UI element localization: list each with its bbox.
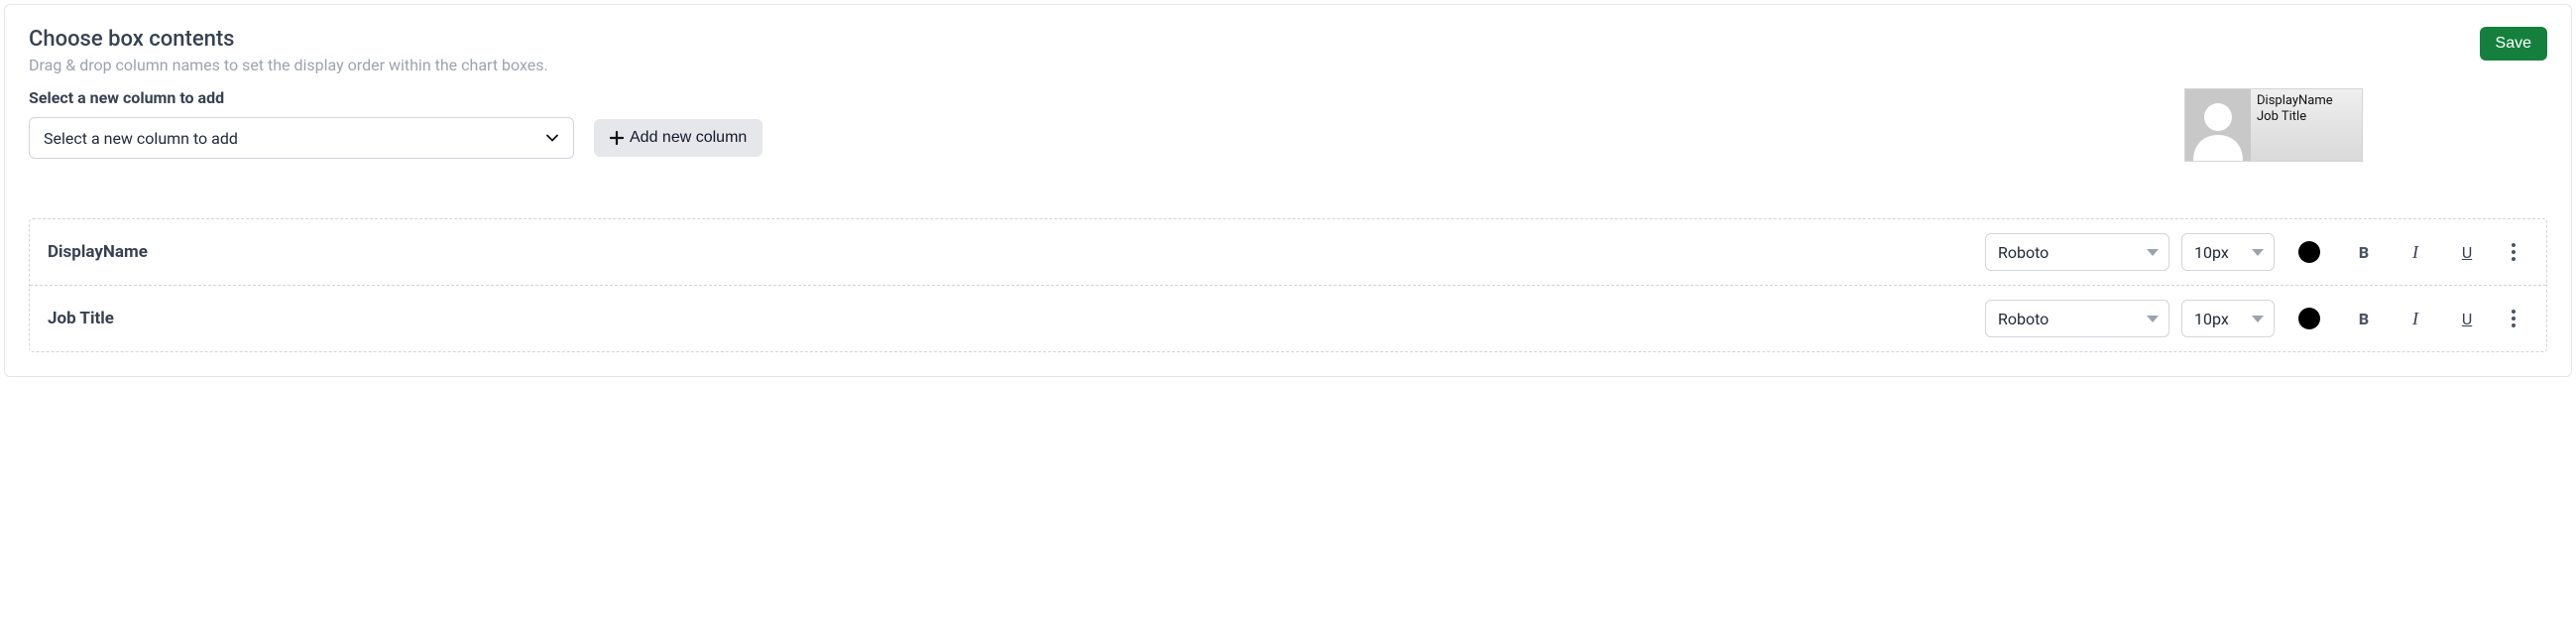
box-preview-text: DisplayName Job Title [2251, 89, 2339, 161]
preview-line-1: DisplayName [2257, 93, 2333, 109]
column-row[interactable]: DisplayName Roboto 10px B I U [30, 219, 2546, 286]
save-button[interactable]: Save [2480, 27, 2547, 61]
box-contents-panel: Choose box contents Drag & drop column n… [4, 4, 2572, 377]
column-select-value: Select a new column to add [29, 117, 574, 159]
panel-title: Choose box contents [29, 27, 548, 52]
color-picker[interactable] [2298, 241, 2320, 263]
column-rows-list: DisplayName Roboto 10px B I U Job Title … [29, 218, 2547, 352]
font-size-value: 10px [2194, 310, 2229, 328]
add-column-label: Select a new column to add [29, 88, 2547, 107]
bold-button[interactable]: B [2344, 234, 2384, 270]
column-row[interactable]: Job Title Roboto 10px B I U [30, 286, 2546, 351]
underline-button[interactable]: U [2447, 301, 2487, 336]
caret-down-icon [2252, 249, 2264, 256]
font-size-value: 10px [2194, 243, 2229, 262]
add-column-button-label: Add new column [630, 129, 747, 147]
column-row-name: Job Title [48, 309, 1973, 328]
avatar-placeholder-icon [2185, 89, 2251, 161]
caret-down-icon [2252, 316, 2264, 322]
more-vertical-icon [2512, 243, 2516, 261]
plus-icon [610, 131, 624, 145]
row-more-button[interactable] [2499, 243, 2528, 261]
caret-down-icon [2147, 249, 2159, 256]
font-family-select[interactable]: Roboto [1985, 300, 2169, 337]
preview-line-2: Job Title [2257, 109, 2333, 125]
font-size-select[interactable]: 10px [2181, 300, 2275, 337]
font-family-value: Roboto [1998, 243, 2049, 262]
panel-header: Choose box contents Drag & drop column n… [29, 27, 2547, 74]
column-select[interactable]: Select a new column to add [29, 117, 574, 159]
add-column-row: Select a new column to add Add new colum… [29, 117, 2547, 159]
add-column-button[interactable]: Add new column [594, 119, 762, 157]
underline-button[interactable]: U [2447, 234, 2487, 270]
color-picker[interactable] [2298, 308, 2320, 329]
row-more-button[interactable] [2499, 310, 2528, 327]
font-size-select[interactable]: 10px [2181, 233, 2275, 271]
box-preview: DisplayName Job Title [2184, 88, 2363, 162]
bold-button[interactable]: B [2344, 301, 2384, 336]
column-row-name: DisplayName [48, 242, 1973, 262]
caret-down-icon [2147, 316, 2159, 322]
italic-button[interactable]: I [2396, 234, 2435, 270]
more-vertical-icon [2512, 310, 2516, 327]
header-text-block: Choose box contents Drag & drop column n… [29, 27, 548, 74]
font-family-select[interactable]: Roboto [1985, 233, 2169, 271]
font-family-value: Roboto [1998, 310, 2049, 328]
italic-button[interactable]: I [2396, 301, 2435, 336]
panel-subtitle: Drag & drop column names to set the disp… [29, 56, 548, 74]
